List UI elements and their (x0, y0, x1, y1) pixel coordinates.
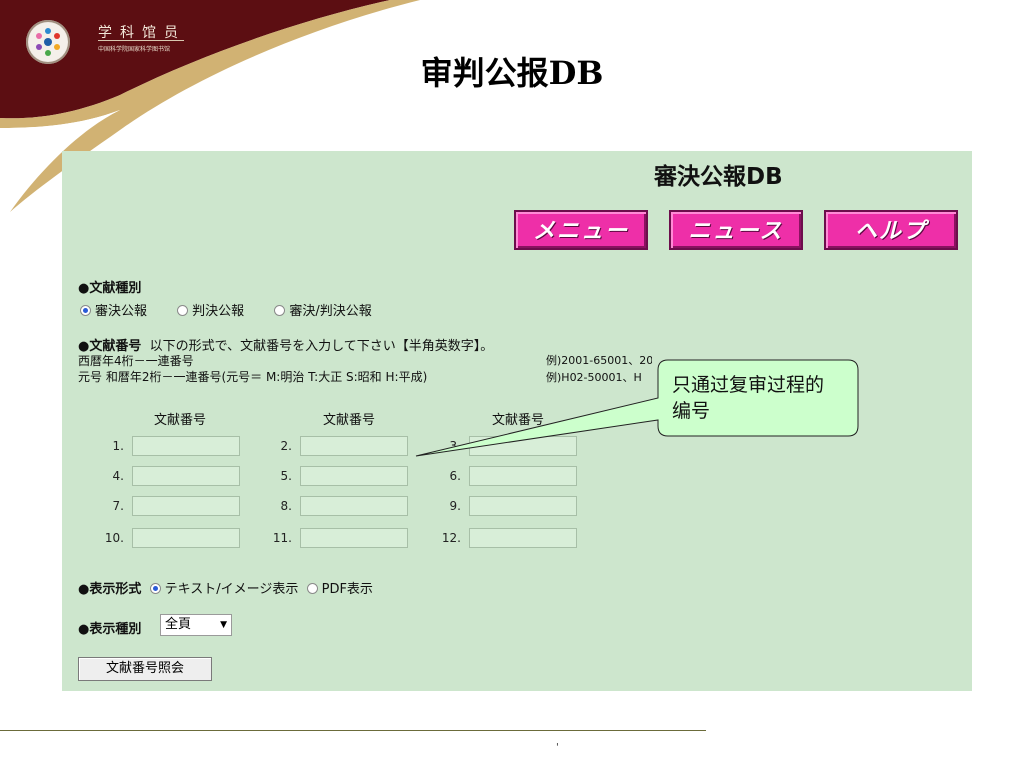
doc-type-radio-group: 審決公報 判決公報 審決/判決公報 (80, 300, 398, 319)
doc-number-input-1[interactable] (132, 436, 240, 456)
doc-number-input-9[interactable] (469, 496, 577, 516)
field-number: 8. (280, 499, 292, 513)
db-title: 審決公報DB (654, 164, 783, 190)
field-number: 2. (280, 439, 292, 453)
footer-mark: ' (556, 742, 559, 753)
example-line-2: 例)H02-50001、H (546, 371, 642, 384)
doc-number-input-6[interactable] (469, 466, 577, 486)
doc-type-option-shinketsu[interactable]: 審決公報 (80, 304, 173, 319)
menu-button[interactable]: メニュー (514, 210, 648, 250)
format-line-1: 西暦年4桁－一連番号 (78, 354, 194, 368)
field-number: 9. (449, 499, 461, 513)
doc-number-input-10[interactable] (132, 528, 240, 548)
field-number: 1. (112, 439, 124, 453)
display-format-option-text-image[interactable]: テキスト/イメージ表示 (149, 582, 298, 597)
radio-selected-icon[interactable] (149, 583, 161, 594)
radio-icon[interactable] (306, 583, 318, 594)
doc-number-input-2[interactable] (300, 436, 408, 456)
radio-icon[interactable] (274, 305, 286, 316)
news-button[interactable]: ニュース (669, 210, 803, 250)
radio-icon[interactable] (177, 305, 189, 316)
field-number: 12. (441, 531, 461, 545)
format-line-2: 元号 和暦年2桁－一連番号(元号＝ M:明治 T:大正 S:昭和 H:平成) (78, 370, 428, 384)
column-header-3: 文献番号 (492, 413, 545, 428)
field-number: 10. (104, 531, 124, 545)
footer-divider (0, 730, 706, 731)
doc-number-instruction: 以下の形式で、文献番号を入力して下さい【半角英数字】。 (149, 339, 494, 354)
field-number: 5. (280, 469, 292, 483)
help-button[interactable]: ヘルプ (824, 210, 958, 250)
logo-divider (98, 40, 184, 41)
doc-type-option-both[interactable]: 審決/判決公報 (274, 304, 397, 319)
radio-selected-icon[interactable] (80, 305, 91, 316)
doc-number-input-7[interactable] (132, 496, 240, 516)
field-number: 3. (449, 439, 461, 453)
doc-number-input-4[interactable] (132, 466, 240, 486)
display-format-option-pdf[interactable]: PDF表示 (306, 582, 373, 597)
slide-title: 审判公报DB (420, 54, 604, 92)
column-header-1: 文献番号 (154, 413, 207, 428)
callout-text: 只通过复审过程的编号 (672, 374, 825, 422)
doc-number-input-11[interactable] (300, 528, 408, 548)
field-number: 7. (112, 499, 124, 513)
field-number: 11. (272, 531, 292, 545)
chevron-down-icon: ▼ (220, 620, 227, 630)
doc-number-input-3[interactable] (469, 436, 577, 456)
display-format-heading: ●表示形式 (78, 582, 142, 597)
field-number: 4. (112, 469, 124, 483)
doc-type-option-hanketsu[interactable]: 判決公報 (177, 304, 270, 319)
display-format-row: ●表示形式 テキスト/イメージ表示 PDF表示 (78, 578, 373, 597)
display-kind-select[interactable]: 全頁 ▼ (160, 614, 232, 636)
field-number: 6. (449, 469, 461, 483)
example-line-1: 例)2001-65001、2007-650001 (546, 354, 652, 367)
display-kind-selected-value: 全頁 (165, 617, 192, 632)
doc-number-input-12[interactable] (469, 528, 577, 548)
doc-number-input-5[interactable] (300, 466, 408, 486)
column-header-2: 文献番号 (323, 413, 376, 428)
doc-number-lookup-button[interactable]: 文献番号照会 (78, 657, 212, 681)
doc-type-heading: ●文献種別 (78, 281, 142, 296)
display-kind-heading: ●表示種別 (78, 622, 142, 637)
logo-text: 学科馆员 (98, 25, 186, 41)
doc-number-input-8[interactable] (300, 496, 408, 516)
